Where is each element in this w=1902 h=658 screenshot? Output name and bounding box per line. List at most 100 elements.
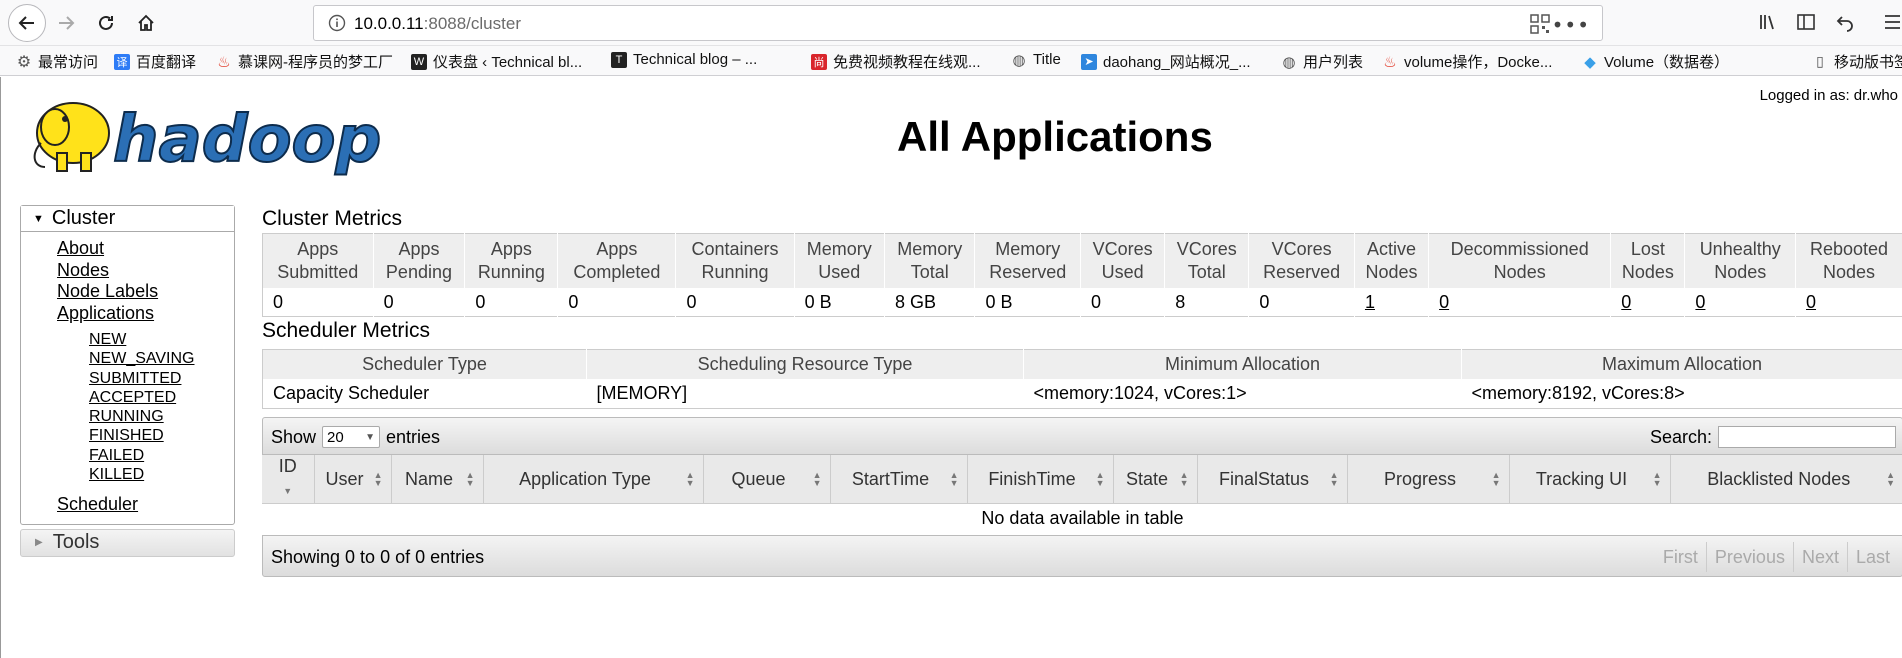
pagination: First Previous Next Last (1655, 542, 1898, 572)
metric-header: VCores Used (1080, 233, 1166, 288)
cluster-menu-header[interactable]: ▼ Cluster (21, 206, 234, 232)
bookmark-item[interactable]: 尚免费视频教程在线观... (811, 51, 981, 72)
sidebar-icon[interactable] (1796, 12, 1816, 36)
next-page-button[interactable]: Next (1792, 542, 1847, 572)
metric-header: Decommissioned Nodes (1428, 233, 1612, 288)
state-link-new-saving[interactable]: NEW_SAVING (89, 349, 234, 368)
column-header-blacklisted-nodes[interactable]: Blacklisted Nodes ▲ ▼ (1670, 455, 1902, 504)
login-status: Logged in as: dr.who (1759, 87, 1898, 104)
reload-button[interactable] (90, 7, 122, 39)
metric-value-cell: 1 (1354, 288, 1430, 317)
sort-icon: ▲ ▼ (685, 470, 695, 488)
sidebar-link-nodes[interactable]: Nodes (57, 260, 234, 282)
bookmark-item[interactable]: ◍ Title (1011, 51, 1060, 69)
bookmark-item[interactable]: T Technical blog – ... (611, 51, 757, 68)
globe-icon: ◍ (1012, 51, 1026, 69)
bookmark-item[interactable]: ◍ 用户列表 (1281, 51, 1363, 72)
bookmark-item[interactable]: ♨ volume操作，Docke... (1382, 51, 1552, 72)
bookmark-item[interactable]: ♨ 慕课网-程序员的梦工厂 (216, 51, 393, 72)
metric-value: 0 B (974, 288, 1082, 317)
state-link-new[interactable]: NEW (89, 330, 234, 349)
sidebar-link-applications[interactable]: Applications (57, 303, 234, 325)
bookmark-item[interactable]: W 仪表盘 ‹ Technical bl... (411, 51, 582, 72)
menu-icon[interactable] (1884, 12, 1900, 36)
sidebar-link-scheduler[interactable]: Scheduler (57, 494, 234, 516)
scheduler-value: <memory:1024, vCores:1> (1033, 383, 1247, 403)
bookmark-label: Technical blog – ... (633, 51, 758, 68)
info-icon[interactable] (328, 14, 346, 36)
state-link-running[interactable]: RUNNING (89, 407, 234, 426)
scheduler-header: Maximum Allocation (1461, 349, 1902, 379)
column-header-id[interactable]: ID ▼ (262, 455, 315, 504)
cluster-menu: ▼ Cluster About Nodes Node Labels Applic… (20, 205, 235, 525)
sort-icon: ▲ ▼ (1095, 470, 1105, 488)
apps-table-footer: Showing 0 to 0 of 0 entries First Previo… (262, 535, 1902, 577)
bookmark-item[interactable]: ◆ Volume（数据卷） (1582, 51, 1729, 72)
tools-menu-header[interactable]: ▶ Tools (20, 528, 235, 557)
url-bar[interactable]: 10.0.0.11:8088/cluster ••• (313, 5, 1603, 41)
url-text[interactable]: 10.0.0.11:8088/cluster (354, 14, 521, 34)
tools-label: Tools (52, 531, 100, 554)
bookmark-label: 用户列表 (1303, 54, 1364, 71)
more-actions-icon[interactable]: ••• (1552, 13, 1590, 37)
cluster-label: Cluster (51, 207, 116, 229)
chevron-down-icon: ▼ (365, 431, 376, 443)
nav-icon: ➤ (1081, 53, 1097, 70)
app-state-links: NEW NEW_SAVING SUBMITTED ACCEPTED RUNNIN… (57, 330, 234, 484)
scheduler-value: Capacity Scheduler (273, 383, 430, 403)
column-header-finish-time[interactable]: FinishTime ▲ ▼ (967, 455, 1114, 504)
unhealthy-nodes-link[interactable]: 0 (1695, 292, 1705, 312)
column-header-user[interactable]: User ▲ ▼ (314, 455, 392, 504)
lost-nodes-link[interactable]: 0 (1621, 292, 1631, 312)
metric-value: 0 (373, 288, 466, 317)
column-header-tracking-ui[interactable]: Tracking UI ▲ ▼ (1509, 455, 1671, 504)
undo-icon[interactable] (1836, 12, 1856, 36)
scheduler-header-row: Scheduler Type Scheduling Resource Type … (262, 349, 1902, 379)
page-content: hadoop Logged in as: dr.who All Applicat… (0, 77, 1902, 658)
column-header-progress[interactable]: Progress ▲ ▼ (1347, 455, 1510, 504)
table-info: Showing 0 to 0 of 0 entries (271, 547, 485, 567)
metric-header: Apps Completed (557, 233, 677, 288)
metric-header: Unhealthy Nodes (1684, 233, 1797, 288)
state-link-accepted[interactable]: ACCEPTED (89, 388, 234, 407)
translate-icon: 译 (114, 53, 130, 70)
bookmark-item[interactable]: ⚙ 最常访问 (16, 51, 98, 72)
sort-icon: ▲ ▼ (1491, 470, 1501, 488)
column-header-application-type[interactable]: Application Type ▲ ▼ (483, 455, 704, 504)
bookmark-item[interactable]: ▯ 移动版书签 (1812, 51, 1902, 72)
column-header-final-status[interactable]: FinalStatus ▲ ▼ (1197, 455, 1348, 504)
bookmark-item[interactable]: ➤ daohang_网站概况_... (1081, 51, 1251, 72)
column-header-start-time[interactable]: StartTime ▲ ▼ (830, 455, 968, 504)
sidebar-link-about[interactable]: About (57, 238, 234, 260)
metric-value: 0 (1248, 288, 1355, 317)
decommissioned-nodes-link[interactable]: 0 (1439, 292, 1449, 312)
page-length-select[interactable]: 20 ▼ (322, 426, 381, 448)
state-link-failed[interactable]: FAILED (89, 446, 234, 465)
forward-button[interactable] (50, 7, 82, 39)
hadoop-logo[interactable]: hadoop (21, 87, 397, 183)
search-input[interactable] (1718, 426, 1896, 448)
show-label: Show (271, 426, 317, 447)
back-button[interactable] (8, 4, 46, 42)
bookmark-item[interactable]: 译百度翻译 (114, 51, 196, 72)
column-header-queue[interactable]: Queue ▲ ▼ (703, 455, 831, 504)
cluster-metrics-table: Apps Submitted Apps Pending Apps Running Ap… (262, 233, 1902, 317)
metric-header: Rebooted Nodes (1795, 233, 1902, 288)
apps-header-row: ID ▼ User ▲ ▼ Name ▲ ▼ Application Type ▲ ▼ Que… (262, 455, 1902, 504)
active-nodes-link[interactable]: 1 (1365, 292, 1375, 312)
home-icon (138, 14, 154, 31)
sidebar-link-node-labels[interactable]: Node Labels (57, 281, 234, 303)
qr-code-icon[interactable] (1530, 14, 1550, 38)
first-page-button[interactable]: First (1655, 542, 1706, 572)
column-header-state[interactable]: State ▲ ▼ (1113, 455, 1198, 504)
library-icon[interactable] (1758, 12, 1778, 36)
state-link-finished[interactable]: FINISHED (89, 426, 234, 445)
last-page-button[interactable]: Last (1846, 542, 1898, 572)
previous-page-button[interactable]: Previous (1705, 542, 1793, 572)
state-link-killed[interactable]: KILLED (89, 465, 234, 484)
rebooted-nodes-link[interactable]: 0 (1806, 292, 1816, 312)
home-button[interactable] (130, 7, 162, 39)
column-header-name[interactable]: Name ▲ ▼ (391, 455, 484, 504)
state-link-submitted[interactable]: SUBMITTED (89, 369, 234, 388)
scheduler-header: Minimum Allocation (1023, 349, 1462, 379)
